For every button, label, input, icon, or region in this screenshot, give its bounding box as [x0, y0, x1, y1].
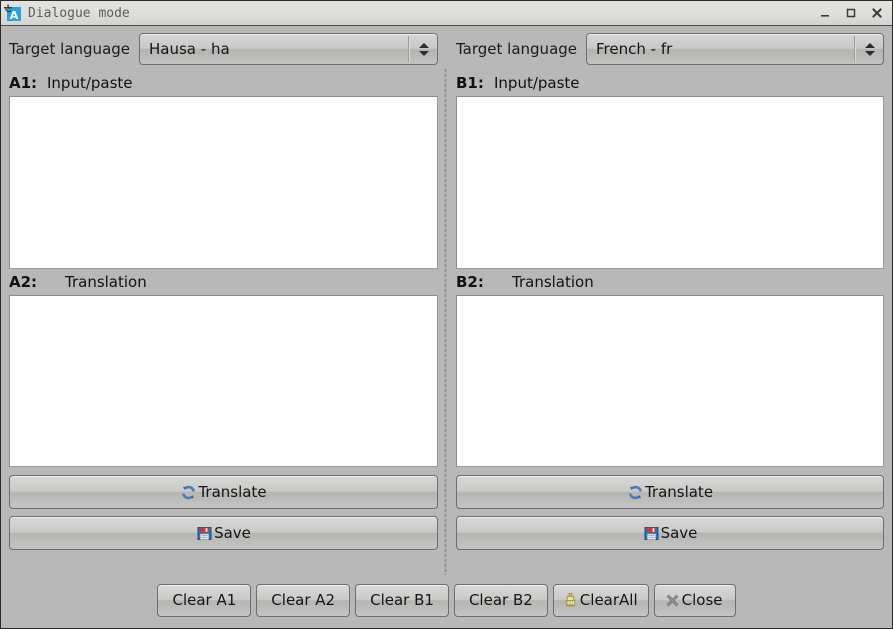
minimize-icon[interactable] [812, 2, 838, 24]
translation-textarea-b2[interactable] [456, 295, 884, 467]
target-language-label-b: Target language [456, 40, 578, 58]
input-tag-b1: B1: [456, 74, 484, 92]
clear-a2-label: Clear A2 [271, 591, 336, 609]
input-desc-b1: Input/paste [494, 74, 580, 92]
translation-tag-a2: A2: [9, 273, 38, 291]
window-controls [812, 2, 890, 24]
clear-b2-label: Clear B2 [468, 591, 533, 609]
floppy-disk-icon [643, 525, 660, 542]
translate-button-a[interactable]: Translate [9, 475, 438, 509]
target-language-select-b[interactable]: French - fr [586, 33, 884, 65]
clear-b2-button[interactable]: Clear B2 [453, 583, 548, 617]
translation-label-a2: A2: Translation [9, 269, 438, 295]
input-tag-a1: A1: [9, 74, 38, 92]
target-language-row-a: Target language Hausa - ha [9, 32, 438, 66]
clear-a2-button[interactable]: Clear A2 [256, 583, 351, 617]
panes-container: Target language Hausa - ha A1: Input/pas… [1, 32, 892, 576]
input-label-b1: B1: Input/paste [456, 70, 884, 96]
target-language-label-a: Target language [9, 40, 131, 58]
translation-tag-b2: B2: [456, 273, 484, 291]
clear-b1-button[interactable]: Clear B1 [355, 583, 449, 617]
titlebar: A Dialogue mode [1, 1, 892, 26]
bottom-button-bar: Clear A1 Clear A2 Clear B1 Clear B2 Clea… [1, 576, 892, 628]
save-button-label-a: Save [214, 524, 251, 542]
target-language-row-b: Target language French - fr [456, 32, 884, 66]
translate-button-label-b: Translate [644, 483, 714, 501]
input-desc-a1: Input/paste [47, 74, 133, 92]
chevron-updown-icon-a [410, 42, 437, 56]
window-title: Dialogue mode [28, 5, 130, 21]
clear-all-label: ClearAll [579, 591, 638, 609]
input-textarea-a1[interactable] [9, 96, 438, 269]
translate-app-icon: A [3, 3, 23, 23]
clear-a1-label: Clear A1 [172, 591, 237, 609]
translation-textarea-a2[interactable] [9, 295, 438, 467]
translate-button-label-a: Translate [198, 483, 267, 501]
cancel-x-icon [664, 592, 681, 609]
save-button-label-b: Save [660, 524, 698, 542]
save-button-a[interactable]: Save [9, 516, 438, 550]
refresh-cycle-icon [627, 484, 644, 501]
clear-a1-button[interactable]: Clear A1 [157, 583, 252, 617]
maximize-icon[interactable] [838, 2, 864, 24]
close-button[interactable]: Close [653, 583, 736, 617]
target-language-select-a[interactable]: Hausa - ha [139, 33, 438, 65]
translation-desc-b2: Translation [512, 273, 594, 291]
input-textarea-b1[interactable] [456, 96, 884, 269]
chevron-updown-icon-b [856, 42, 883, 56]
refresh-cycle-icon [180, 484, 197, 501]
close-label: Close [681, 591, 723, 609]
target-language-value-a: Hausa - ha [149, 40, 230, 58]
save-button-b[interactable]: Save [456, 516, 884, 550]
floppy-disk-icon [196, 525, 213, 542]
target-language-value-b: French - fr [596, 40, 673, 58]
close-icon[interactable] [864, 2, 890, 24]
translation-desc-a2: Translation [65, 273, 147, 291]
translation-label-b2: B2: Translation [456, 269, 884, 295]
content-area: Target language Hausa - ha A1: Input/pas… [1, 26, 892, 628]
dialogue-mode-window: A Dialogue mode Target language Hausa - … [0, 0, 893, 629]
clear-all-button[interactable]: ClearAll [552, 583, 649, 617]
translate-button-b[interactable]: Translate [456, 475, 884, 509]
broom-icon [562, 592, 579, 609]
clear-b1-label: Clear B1 [370, 591, 434, 609]
pane-a: Target language Hausa - ha A1: Input/pas… [1, 32, 446, 576]
pane-splitter[interactable] [443, 68, 448, 575]
pane-b: Target language French - fr B1: Input/pa… [446, 32, 892, 576]
input-label-a1: A1: Input/paste [9, 70, 438, 96]
